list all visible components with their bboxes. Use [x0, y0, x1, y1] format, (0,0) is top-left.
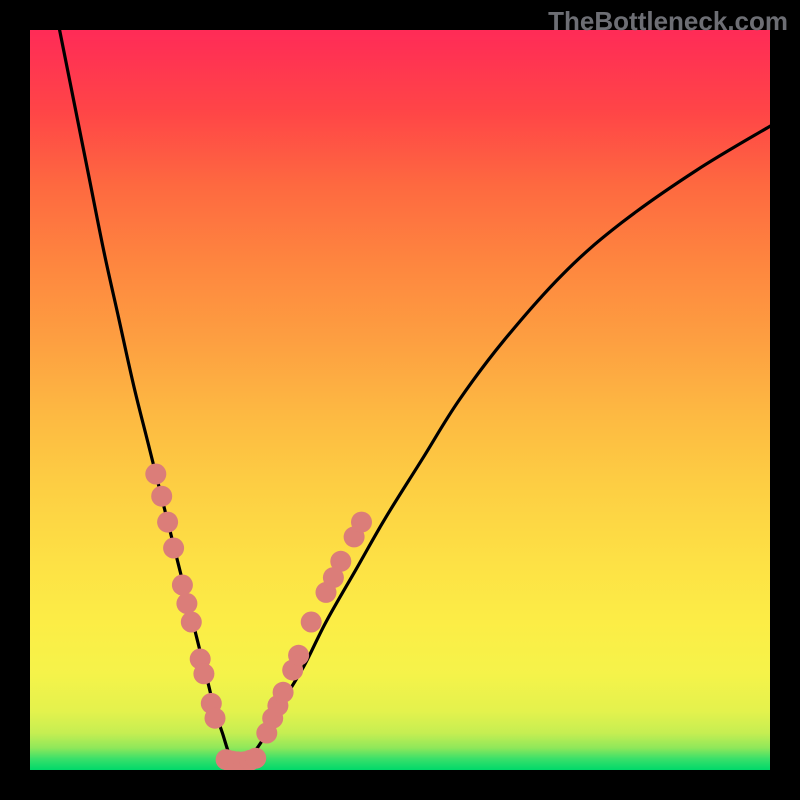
- plot-area: [30, 30, 770, 770]
- data-marker: [288, 645, 309, 666]
- data-marker: [301, 612, 322, 633]
- data-marker: [273, 682, 294, 703]
- chart-svg: [30, 30, 770, 770]
- watermark-text: TheBottleneck.com: [548, 6, 788, 37]
- data-marker: [181, 612, 202, 633]
- data-marker: [245, 748, 266, 769]
- data-marker: [163, 538, 184, 559]
- data-marker: [172, 575, 193, 596]
- curve-right-branch: [237, 126, 770, 763]
- chart-frame: TheBottleneck.com: [0, 0, 800, 800]
- data-marker: [205, 708, 226, 729]
- data-marker: [176, 593, 197, 614]
- data-marker: [351, 512, 372, 533]
- data-marker: [145, 464, 166, 485]
- curve-left-branch: [60, 30, 245, 763]
- data-marker: [330, 551, 351, 572]
- curve-markers: [145, 464, 372, 771]
- data-marker: [157, 512, 178, 533]
- data-marker: [193, 663, 214, 684]
- data-marker: [151, 486, 172, 507]
